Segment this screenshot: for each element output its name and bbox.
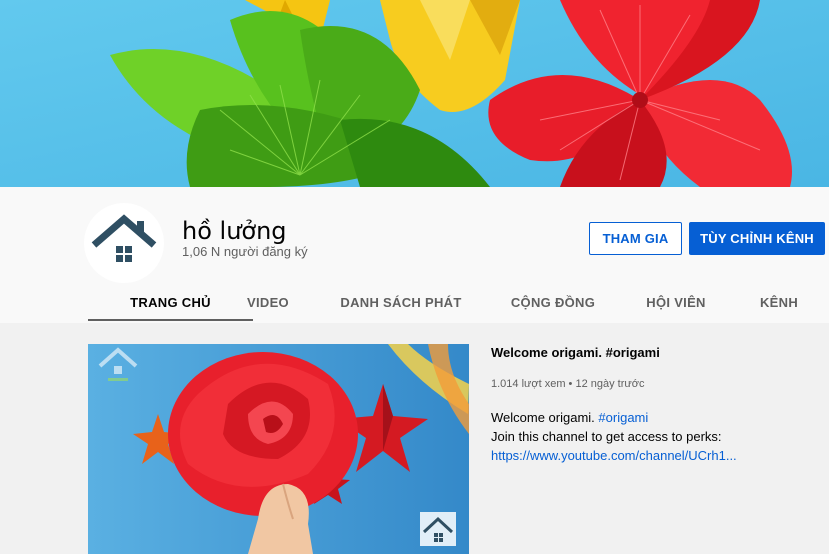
- featured-video-title[interactable]: Welcome origami. #origami: [491, 345, 660, 360]
- channel-avatar[interactable]: [84, 203, 164, 283]
- description-text: Welcome origami.: [491, 410, 599, 425]
- home-content: Welcome origami. #origami 1.014 lượt xem…: [0, 323, 829, 554]
- featured-video-thumbnail[interactable]: [88, 344, 469, 554]
- tab-videos[interactable]: VIDEO: [230, 283, 306, 321]
- channel-name: hồ lưởng: [182, 217, 287, 245]
- tab-membership[interactable]: HỘI VIÊN: [632, 283, 720, 321]
- join-button[interactable]: THAM GIA: [589, 222, 682, 255]
- tab-home[interactable]: TRANG CHỦ: [88, 283, 253, 321]
- house-icon: [91, 214, 157, 262]
- tab-community[interactable]: CỘNG ĐỒNG: [498, 283, 608, 321]
- customize-channel-button[interactable]: TÙY CHỈNH KÊNH: [689, 222, 825, 255]
- featured-video-meta: 1.014 lượt xem • 12 ngày trước: [491, 378, 645, 390]
- channel-tabs: TRANG CHỦ VIDEO DANH SÁCH PHÁT CỘNG ĐỒNG…: [0, 283, 829, 323]
- channel-url-link[interactable]: https://www.youtube.com/channel/UCrh1...: [491, 446, 737, 465]
- tab-about[interactable]: KÊNH: [746, 283, 812, 321]
- tab-playlists[interactable]: DANH SÁCH PHÁT: [330, 283, 472, 321]
- active-tab-indicator: [88, 319, 253, 321]
- subscriber-count: 1,06 N người đăng ký: [182, 244, 308, 259]
- description-perks-line: Join this channel to get access to perks…: [491, 429, 722, 444]
- featured-video-description: Welcome origami. #origami Join this chan…: [491, 408, 737, 465]
- channel-banner: [0, 0, 829, 187]
- paper-rose-thumbnail-image: [88, 344, 469, 554]
- channel-page: hồ lưởng 1,06 N người đăng ký THAM GIA T…: [0, 0, 829, 554]
- hashtag-link[interactable]: #origami: [598, 410, 648, 425]
- channel-header: hồ lưởng 1,06 N người đăng ký THAM GIA T…: [0, 187, 829, 323]
- origami-flowers-banner-image: [0, 0, 829, 187]
